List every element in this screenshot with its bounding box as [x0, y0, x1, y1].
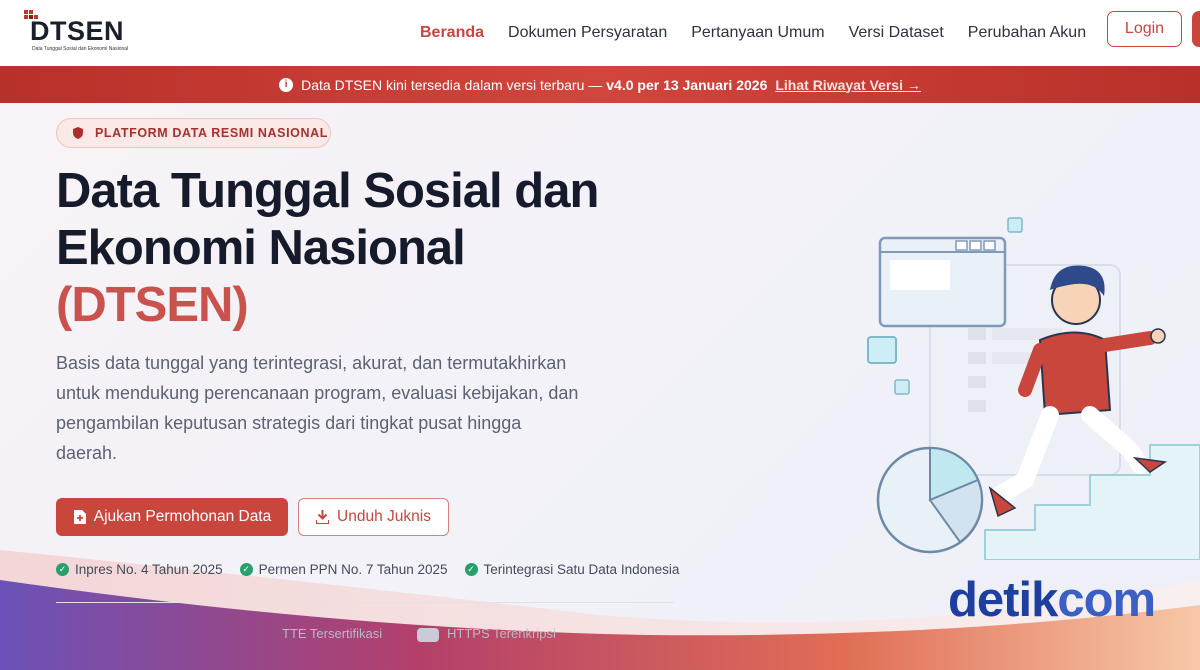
announcement-bar: i Data DTSEN kini tersedia dalam versi t… — [0, 66, 1200, 103]
hero-illustration — [867, 217, 1200, 560]
shield-icon — [73, 127, 83, 139]
nav-beranda[interactable]: Beranda — [420, 24, 484, 42]
detikcom-watermark: detikcom — [948, 572, 1156, 628]
check-icon: ✓ — [56, 563, 69, 576]
main-nav: Beranda Dokumen Persyaratan Pertanyaan U… — [420, 0, 1110, 66]
info-icon: i — [279, 77, 294, 92]
title-line-1: Data Tunggal Sosial dan — [56, 164, 599, 218]
legal-basis-list: ✓ Inpres No. 4 Tahun 2025 ✓ Permen PPN N… — [56, 562, 696, 577]
check-icon: ✓ — [239, 563, 253, 576]
register-button-edge[interactable] — [1192, 11, 1200, 47]
site-header: DTSEN Data Tunggal Sosial dan Ekonomi Na… — [0, 0, 1200, 66]
list-item: ✓ Inpres No. 4 Tahun 2025 — [56, 562, 223, 577]
list-item: ✓ Permen PPN No. 7 Tahun 2025 — [239, 562, 448, 577]
title-accent: (DTSEN) — [56, 278, 249, 332]
watermark-part1: detik — [948, 573, 1058, 627]
page-title: Data Tunggal Sosial dan Ekonomi Nasional… — [56, 163, 676, 334]
check-label: Terintegrasi Satu Data Indonesia — [483, 562, 680, 577]
check-label: Inpres No. 4 Tahun 2025 — [75, 562, 223, 577]
https-encrypted-text: HTTPS Terenkripsi — [417, 626, 556, 642]
announcement-text: Data DTSEN kini tersedia dalam versi ter… — [301, 76, 603, 93]
nav-dokumen-persyaratan[interactable]: Dokumen Persyaratan — [508, 24, 667, 42]
watermark-part2: com — [1057, 573, 1156, 627]
platform-badge: PLATFORM DATA RESMI NASIONAL — [56, 118, 331, 148]
logo-text: DTSEN — [30, 16, 125, 46]
logo-subtitle: Data Tunggal Sosial dan Ekonomi Nasional — [32, 46, 129, 52]
nav-versi-dataset[interactable]: Versi Dataset — [849, 24, 944, 42]
login-button[interactable]: Login — [1107, 11, 1182, 47]
badge-text: PLATFORM DATA RESMI NASIONAL — [95, 126, 328, 140]
version-history-link[interactable]: Lihat Riwayat Versi → — [775, 77, 921, 93]
check-icon: ✓ — [464, 563, 478, 576]
check-label: Permen PPN No. 7 Tahun 2025 — [258, 562, 448, 577]
title-line-2: Ekonomi Nasional — [56, 221, 466, 275]
https-label: HTTPS Terenkripsi — [447, 626, 556, 641]
tte-certified-text: TTE Tersertifikasi — [282, 626, 383, 641]
nav-perubahan-akun[interactable]: Perubahan Akun — [968, 24, 1086, 42]
hero-description: Basis data tunggal yang terintegrasi, ak… — [56, 353, 579, 463]
dtsen-logo[interactable]: DTSEN Data Tunggal Sosial dan Ekonomi Na… — [24, 8, 144, 56]
lock-icon — [417, 627, 439, 642]
nav-pertanyaan-umum[interactable]: Pertanyaan Umum — [691, 24, 824, 42]
announcement-version: v4.0 per 13 Januari 2026 — [606, 76, 768, 93]
list-item: ✓ Terintegrasi Satu Data Indonesia — [464, 562, 680, 577]
divider — [56, 602, 674, 603]
